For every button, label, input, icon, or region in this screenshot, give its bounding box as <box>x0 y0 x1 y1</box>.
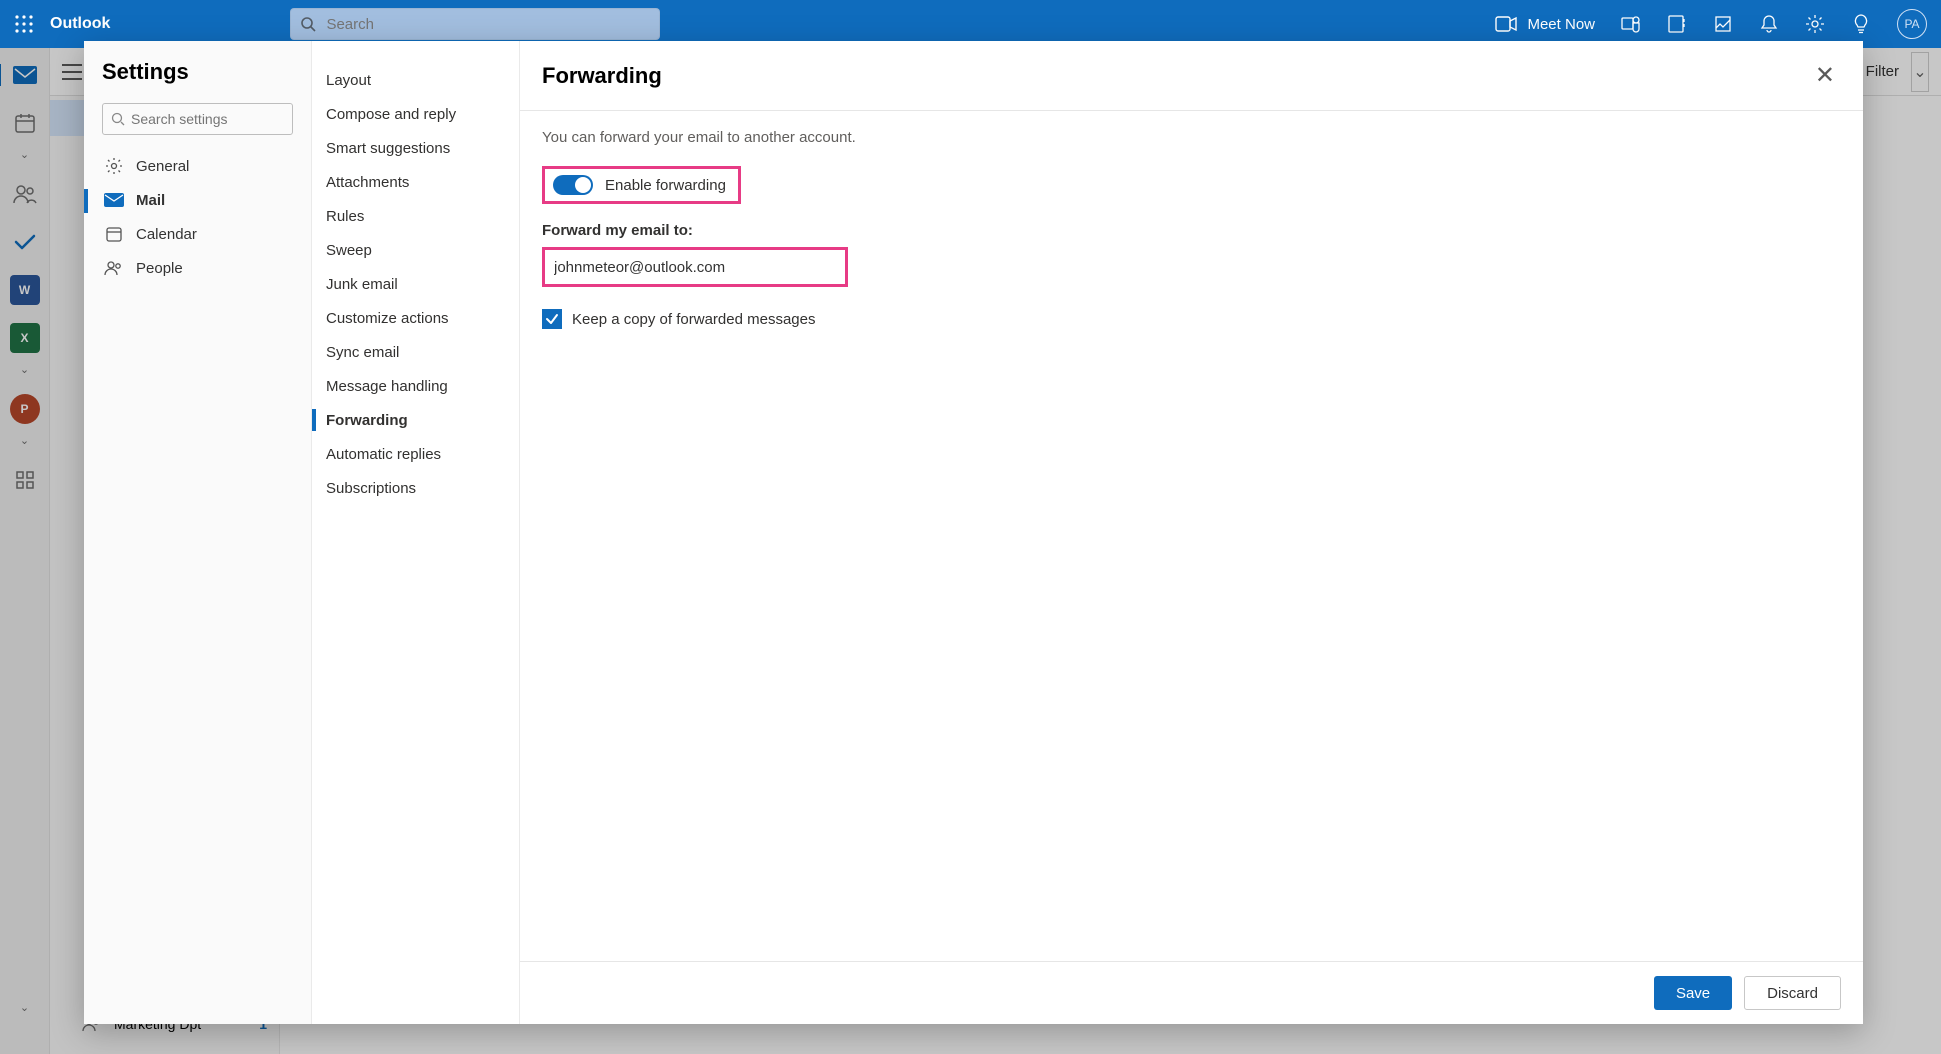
notes-icon[interactable] <box>1713 14 1733 34</box>
settings-search-input[interactable] <box>131 111 284 127</box>
settings-subnav-pane: LayoutCompose and replySmart suggestions… <box>312 41 520 1024</box>
enable-forwarding-toggle[interactable] <box>553 175 593 195</box>
subnav-forwarding[interactable]: Forwarding <box>312 403 519 437</box>
settings-icon[interactable] <box>1805 14 1825 34</box>
close-icon: ✕ <box>1815 62 1835 89</box>
category-label: Mail <box>136 192 165 209</box>
enable-forwarding-highlight: Enable forwarding <box>542 166 741 204</box>
category-label: General <box>136 158 189 175</box>
enable-forwarding-label: Enable forwarding <box>605 177 726 194</box>
settings-modal: Settings General Mail Calendar People La… <box>84 41 1863 1024</box>
global-search[interactable] <box>290 8 660 40</box>
category-general[interactable]: General <box>102 149 293 183</box>
calendar-icon <box>104 224 124 244</box>
subnav-attachments[interactable]: Attachments <box>312 165 519 199</box>
meet-now-button[interactable]: Meet Now <box>1495 16 1595 33</box>
subnav-layout[interactable]: Layout <box>312 63 519 97</box>
forward-to-input[interactable] <box>545 250 845 284</box>
category-label: People <box>136 260 183 277</box>
subnav-sweep[interactable]: Sweep <box>312 233 519 267</box>
notifications-icon[interactable] <box>1759 14 1779 34</box>
category-calendar[interactable]: Calendar <box>102 217 293 251</box>
category-mail[interactable]: Mail <box>102 183 293 217</box>
keep-copy-label: Keep a copy of forwarded messages <box>572 311 815 328</box>
meet-now-label: Meet Now <box>1527 16 1595 33</box>
search-icon <box>111 112 125 126</box>
teams-icon[interactable] <box>1621 14 1641 34</box>
tips-icon[interactable] <box>1851 14 1871 34</box>
video-icon <box>1495 16 1517 32</box>
settings-detail-pane: Forwarding ✕ You can forward your email … <box>520 41 1863 1024</box>
account-avatar[interactable]: PA <box>1897 9 1927 39</box>
detail-footer: Save Discard <box>520 961 1863 1024</box>
subnav-compose-and-reply[interactable]: Compose and reply <box>312 97 519 131</box>
settings-categories-pane: Settings General Mail Calendar People <box>84 41 312 1024</box>
gear-icon <box>104 156 124 176</box>
subnav-smart-suggestions[interactable]: Smart suggestions <box>312 131 519 165</box>
search-icon <box>300 16 326 32</box>
settings-title: Settings <box>102 59 293 85</box>
brand-label: Outlook <box>50 15 110 33</box>
discard-button[interactable]: Discard <box>1744 976 1841 1010</box>
subnav-automatic-replies[interactable]: Automatic replies <box>312 437 519 471</box>
keep-copy-checkbox[interactable] <box>542 309 562 329</box>
category-label: Calendar <box>136 226 197 243</box>
subnav-customize-actions[interactable]: Customize actions <box>312 301 519 335</box>
subnav-message-handling[interactable]: Message handling <box>312 369 519 403</box>
detail-title: Forwarding <box>542 63 662 89</box>
onenote-icon[interactable] <box>1667 14 1687 34</box>
people-icon <box>104 258 124 278</box>
save-button[interactable]: Save <box>1654 976 1732 1010</box>
subnav-sync-email[interactable]: Sync email <box>312 335 519 369</box>
subnav-junk-email[interactable]: Junk email <box>312 267 519 301</box>
subnav-subscriptions[interactable]: Subscriptions <box>312 471 519 505</box>
global-search-input[interactable] <box>326 16 650 33</box>
close-button[interactable]: ✕ <box>1809 59 1841 92</box>
category-people[interactable]: People <box>102 251 293 285</box>
app-launcher-button[interactable] <box>10 10 38 38</box>
forwarding-description: You can forward your email to another ac… <box>542 129 1841 146</box>
settings-search[interactable] <box>102 103 293 135</box>
mail-icon <box>104 190 124 210</box>
subnav-rules[interactable]: Rules <box>312 199 519 233</box>
forward-to-highlight <box>542 247 848 287</box>
forward-to-label: Forward my email to: <box>542 222 1841 239</box>
